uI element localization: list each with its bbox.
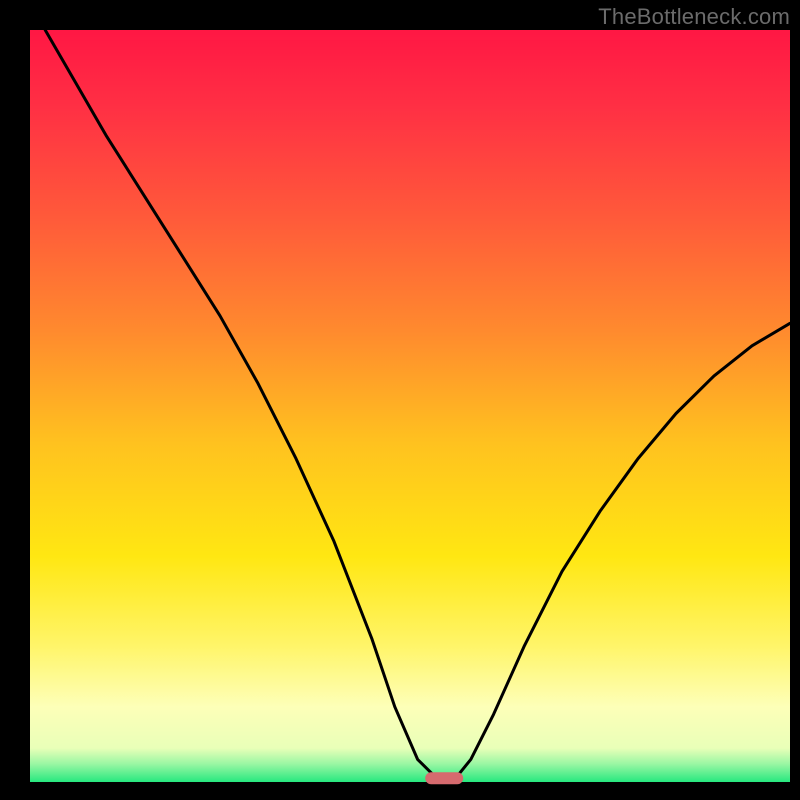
optimal-marker — [425, 772, 463, 784]
plot-background — [30, 30, 790, 782]
bottleneck-chart — [0, 0, 800, 800]
chart-frame: TheBottleneck.com — [0, 0, 800, 800]
